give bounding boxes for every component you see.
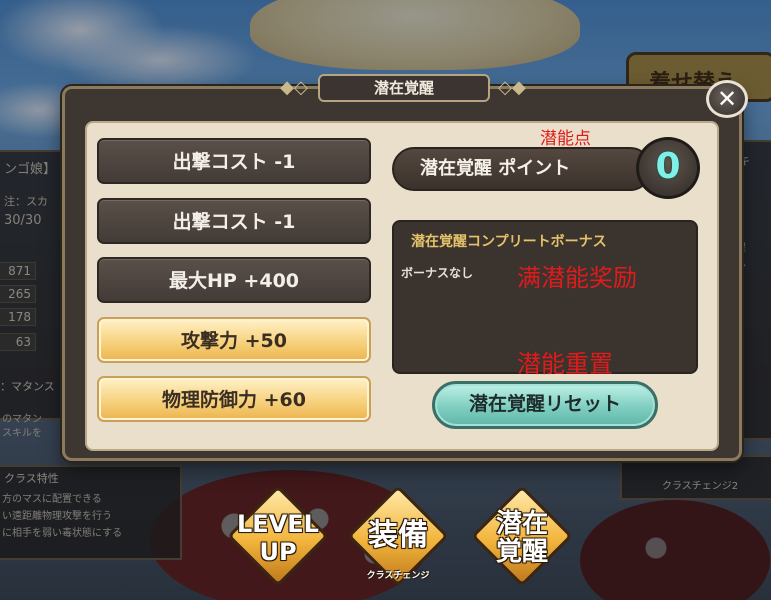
nav-level-up-button[interactable]: LEVEL UP: [227, 485, 329, 598]
annotation-bonus: 满潜能奖励: [517, 264, 637, 292]
awakening-points-value: 0: [636, 137, 700, 199]
awakening-stat-3[interactable]: 最大HP +400: [97, 257, 371, 303]
close-button[interactable]: ✕: [706, 80, 748, 118]
awakening-reset-button[interactable]: 潜在覚醒リセット: [432, 381, 658, 429]
nav-label: 潜在 覚醒: [495, 509, 548, 567]
nav-label: LEVEL UP: [237, 510, 319, 566]
close-x-icon: ✕: [716, 85, 738, 113]
nav-awakening-button[interactable]: 潜在 覚醒: [471, 485, 573, 598]
annotation-points: 潜能点: [540, 129, 591, 149]
title-ornament-left-icon: ◆◇: [280, 77, 308, 98]
nav-sub-label: クラスチェンジ: [366, 571, 430, 581]
awakening-stat-4[interactable]: 攻撃力 +50: [97, 317, 371, 363]
awakening-points-label: 潜在覚醒 ポイント: [392, 147, 652, 191]
nav-label: 装備: [368, 518, 428, 553]
awakening-stat-2[interactable]: 出撃コスト -1: [97, 198, 371, 244]
annotation-reset: 潜能重置: [517, 350, 613, 378]
bonus-none-text: ボーナスなし: [401, 266, 474, 280]
title-ornament-right-icon: ◇◆: [498, 77, 526, 98]
nav-equip-button[interactable]: 装備 クラスチェンジ: [347, 485, 449, 598]
complete-bonus-title: 潜在覚醒コンプリートボーナス: [411, 234, 607, 250]
awakening-stat-5[interactable]: 物理防御力 +60: [97, 376, 371, 422]
dialog-title: 潜在覚醒: [318, 74, 490, 102]
awakening-stat-1[interactable]: 出撃コスト -1: [97, 138, 371, 184]
